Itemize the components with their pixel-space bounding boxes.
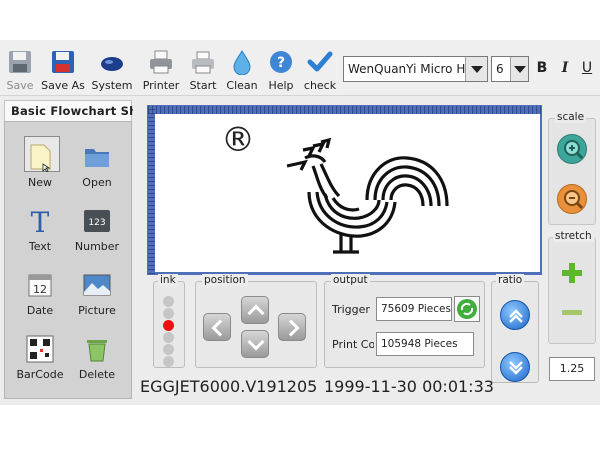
position-caption: position xyxy=(202,274,248,286)
plus-icon xyxy=(562,263,582,283)
water-drop-icon xyxy=(233,50,251,75)
vertical-ruler xyxy=(148,106,155,274)
firmware-version: EGGJET6000.V191205 xyxy=(140,377,318,396)
text-icon: T xyxy=(31,206,50,236)
chevron-down-icon[interactable] xyxy=(465,57,487,81)
zoom-in-icon xyxy=(564,140,584,160)
number-icon: 123 xyxy=(84,210,110,232)
font-size-value: 6 xyxy=(496,62,504,76)
open-label: Open xyxy=(82,176,112,189)
move-down-button[interactable] xyxy=(241,330,269,358)
system-datetime: 1999-11-30 00:01:33 xyxy=(324,377,494,396)
checkmark-icon xyxy=(307,51,333,72)
ratio-caption: ratio xyxy=(496,274,525,286)
check-button[interactable]: check xyxy=(295,46,345,94)
system-button[interactable]: System xyxy=(87,46,137,94)
new-document-icon xyxy=(30,144,51,172)
move-right-button[interactable] xyxy=(278,313,306,341)
trigger-count-field[interactable]: 75609 Pieces xyxy=(376,297,452,321)
stretch-increase-button[interactable] xyxy=(561,262,583,284)
number-label: Number xyxy=(74,240,120,253)
bold-button[interactable]: B xyxy=(534,60,550,76)
svg-text:T: T xyxy=(31,206,50,236)
tab-label: Basic Flowchart Shap xyxy=(11,104,133,118)
text-button[interactable]: T Text xyxy=(10,198,70,258)
print-count-field[interactable]: 105948 Pieces xyxy=(376,332,474,356)
picture-button[interactable]: Picture xyxy=(67,262,127,322)
printer-icon xyxy=(150,50,172,74)
help-icon: ? xyxy=(270,51,292,73)
barcode-label: BarCode xyxy=(16,368,64,381)
stretch-value[interactable]: 1.25 xyxy=(549,357,595,381)
folder-icon xyxy=(85,149,109,167)
recycle-icon xyxy=(457,299,477,319)
system-label: System xyxy=(91,79,133,92)
font-size-select[interactable]: 6 xyxy=(491,56,529,82)
stretch-panel: stretch xyxy=(548,230,596,344)
qr-code-icon xyxy=(26,335,54,363)
date-label: Date xyxy=(26,304,54,317)
trigger-count-label: Trigger C xyxy=(332,303,374,316)
picture-label: Picture xyxy=(78,304,116,317)
ink-panel: ink xyxy=(153,274,185,368)
ratio-decrease-button[interactable] xyxy=(500,352,530,382)
ratio-increase-button[interactable] xyxy=(500,300,530,330)
ink-level-dot[interactable] xyxy=(163,356,174,367)
zoom-out-icon xyxy=(564,190,584,210)
stretch-caption: stretch xyxy=(553,230,594,242)
underline-button[interactable]: U xyxy=(579,60,595,76)
ink-caption: ink xyxy=(158,274,178,286)
print-canvas[interactable]: ® xyxy=(155,114,540,272)
scale-caption: scale xyxy=(555,111,587,123)
date-button[interactable]: 12 Date xyxy=(10,262,70,322)
rooster-logo-image[interactable] xyxy=(283,136,458,256)
font-family-select[interactable]: WenQuanYi Micro Hei xyxy=(343,56,488,82)
mouse-icon xyxy=(101,57,123,71)
save-as-button[interactable]: Save As xyxy=(38,46,88,94)
zoom-out-button[interactable] xyxy=(557,184,587,214)
picture-icon xyxy=(83,274,111,296)
chevron-down-icon[interactable] xyxy=(510,57,528,81)
move-up-button[interactable] xyxy=(241,296,269,324)
ink-level-dot[interactable] xyxy=(163,344,174,355)
delete-button[interactable]: Delete xyxy=(67,326,127,386)
new-label: New xyxy=(28,176,52,189)
zoom-in-button[interactable] xyxy=(557,134,587,164)
print-count-label: Print Cou xyxy=(332,338,374,351)
check-label: check xyxy=(303,79,337,92)
floppy-disk-icon xyxy=(52,51,74,73)
ink-level-dot[interactable] xyxy=(163,296,174,307)
number-button[interactable]: 123 Number xyxy=(67,198,127,258)
double-chevron-up-icon xyxy=(509,309,523,323)
ink-level-dot[interactable] xyxy=(163,308,174,319)
italic-button[interactable]: I xyxy=(557,60,573,76)
trash-icon xyxy=(87,340,107,362)
double-chevron-down-icon xyxy=(509,361,523,375)
svg-text:?: ? xyxy=(277,55,285,71)
barcode-button[interactable]: BarCode xyxy=(10,326,70,386)
floppy-disk-icon xyxy=(9,51,31,73)
tab-basic-flowchart-shapes[interactable]: Basic Flowchart Shap xyxy=(4,100,133,122)
open-button[interactable]: Open xyxy=(67,134,127,194)
save-as-label: Save As xyxy=(41,79,85,92)
registered-mark[interactable]: ® xyxy=(221,120,255,160)
output-caption: output xyxy=(331,274,370,286)
calendar-icon: 12 xyxy=(28,274,52,297)
ink-level-dot-active[interactable] xyxy=(163,320,174,331)
svg-text:12: 12 xyxy=(33,283,47,296)
font-family-value: WenQuanYi Micro Hei xyxy=(348,62,477,76)
delete-label: Delete xyxy=(78,368,116,381)
move-left-button[interactable] xyxy=(203,313,231,341)
minus-icon xyxy=(562,310,582,315)
ink-level-dot[interactable] xyxy=(163,332,174,343)
svg-text:123: 123 xyxy=(88,218,105,228)
horizontal-ruler xyxy=(148,106,541,114)
reset-counter-button[interactable] xyxy=(454,296,480,322)
stretch-decrease-button[interactable] xyxy=(561,308,583,318)
new-button[interactable]: New xyxy=(10,134,70,194)
text-label: Text xyxy=(28,240,52,253)
printer-start-icon xyxy=(192,51,214,74)
